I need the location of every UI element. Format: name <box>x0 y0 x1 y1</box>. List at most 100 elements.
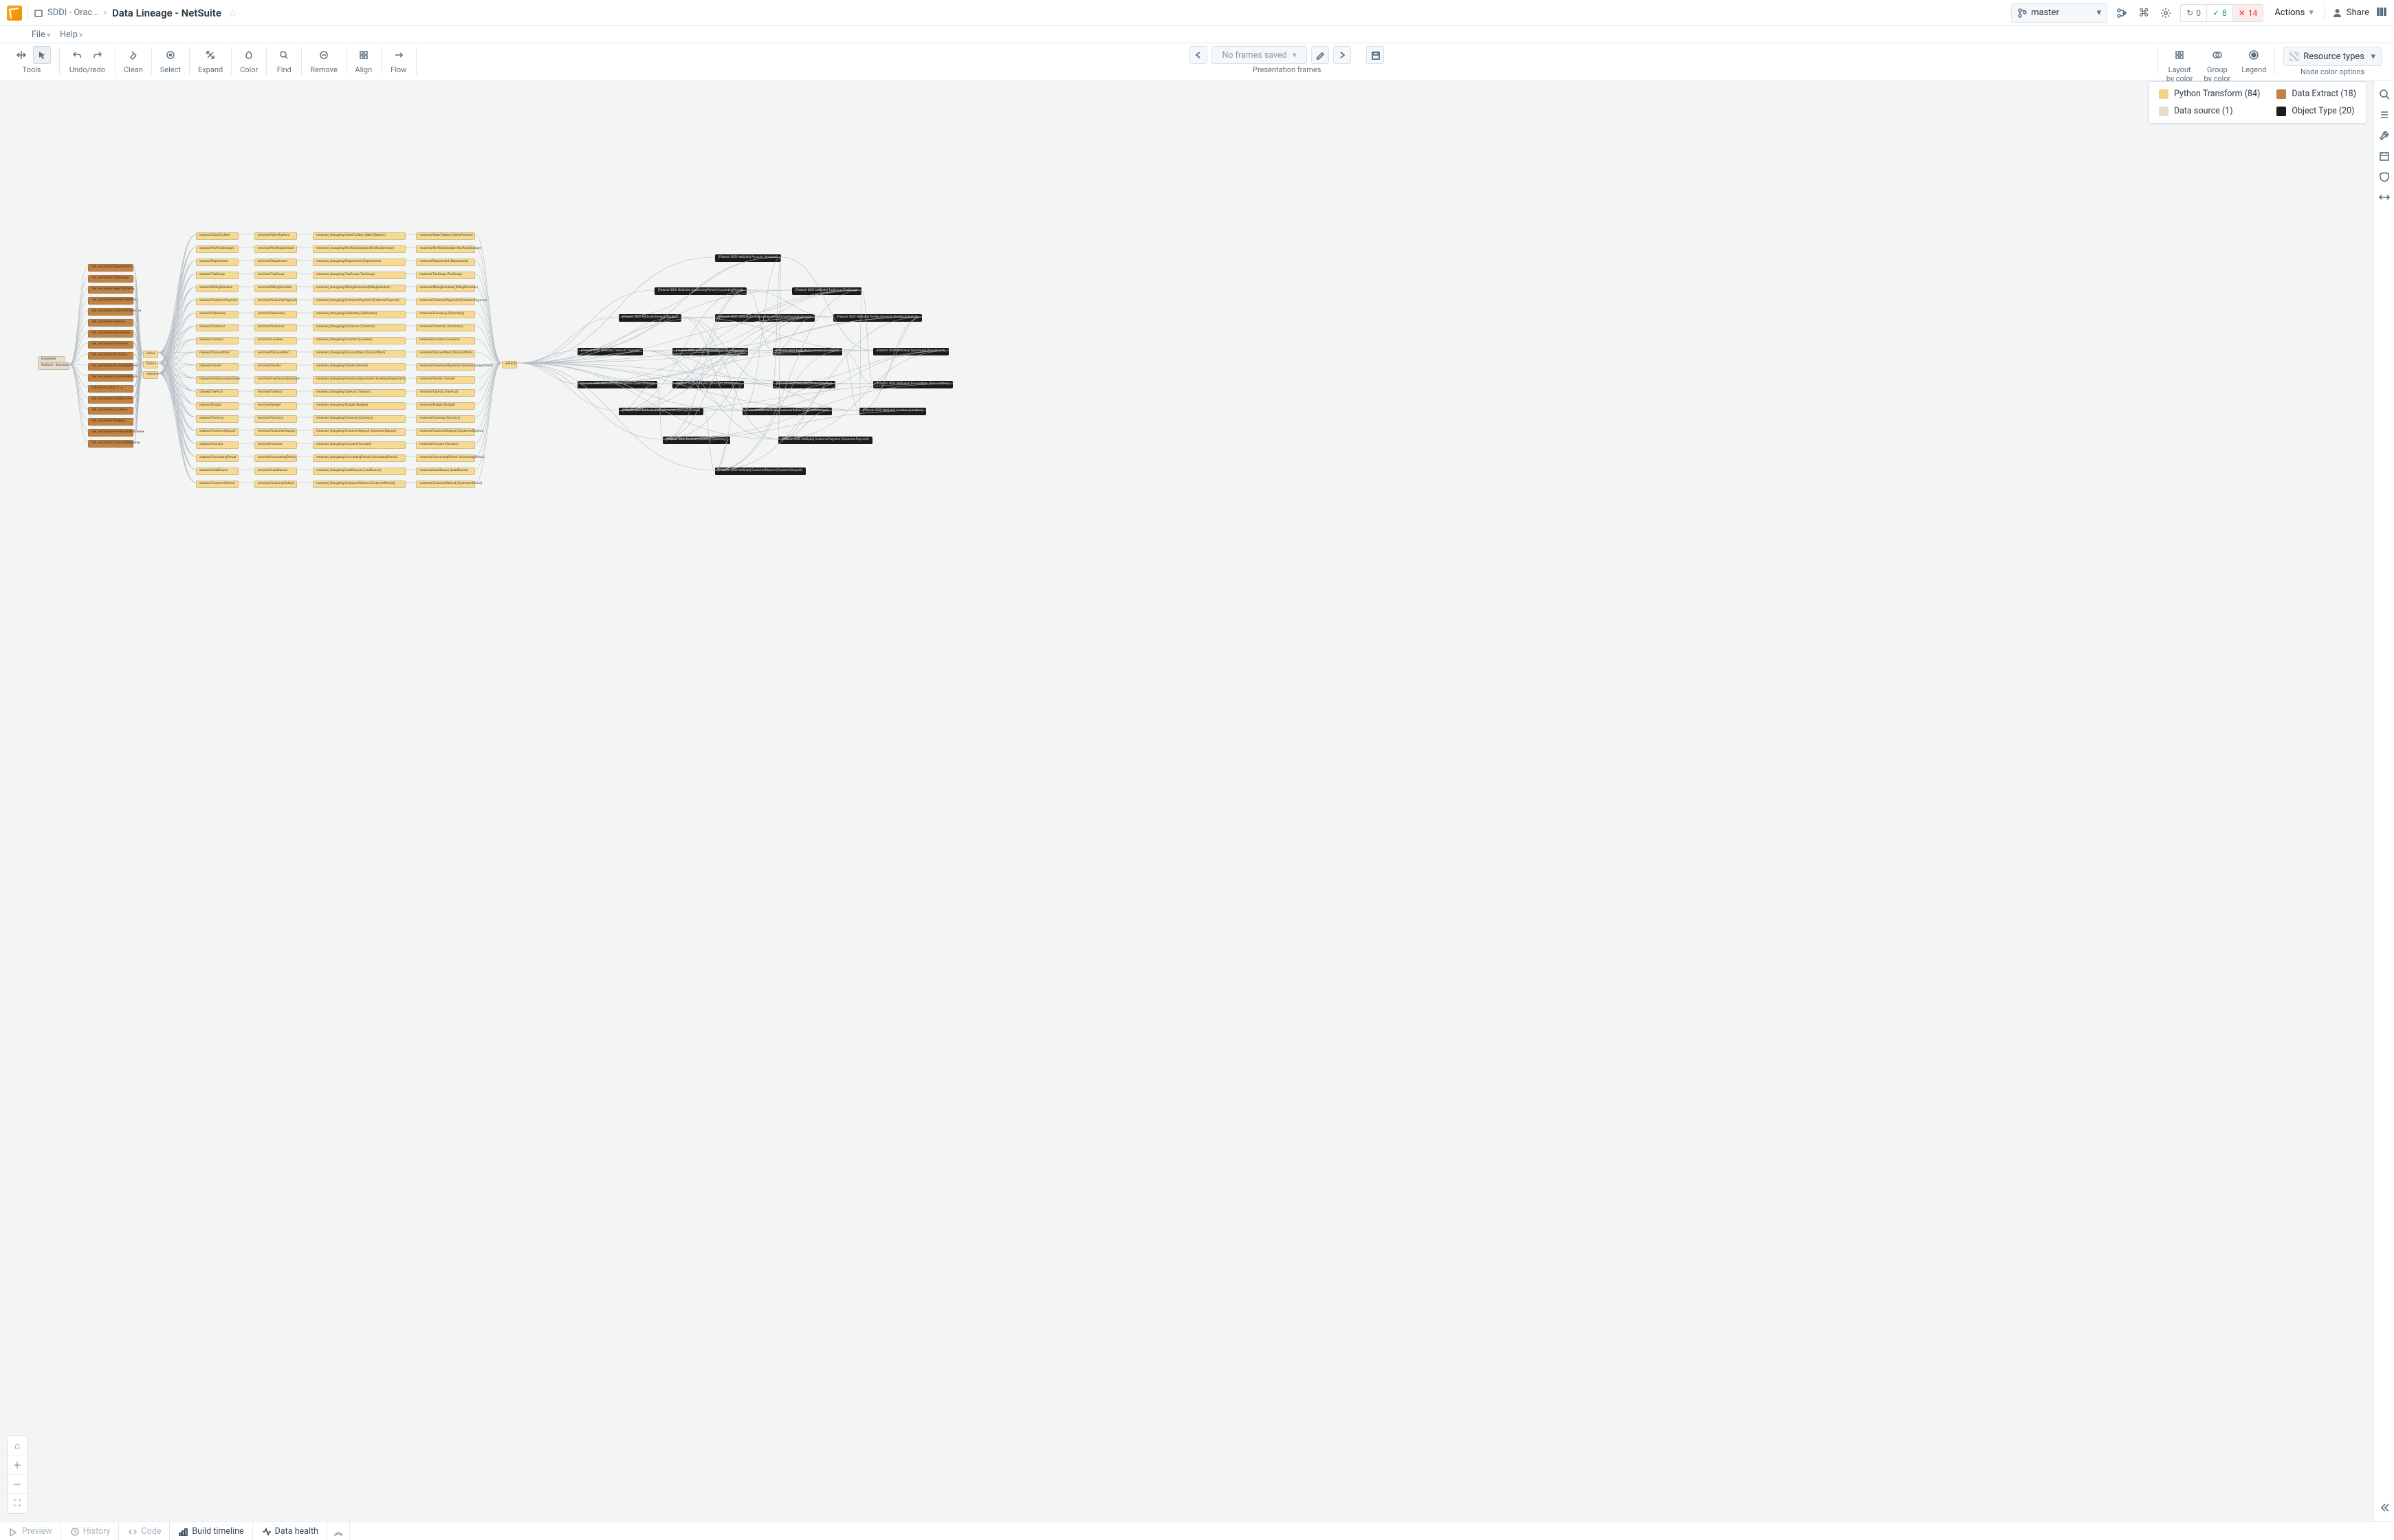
tool-legend[interactable] <box>2245 46 2263 64</box>
app-logo[interactable] <box>7 6 22 21</box>
lineage-node[interactable]: raw_secondary/Budget ▸ <box>88 418 133 426</box>
lineage-node[interactable]: enriched/Budget <box>254 402 297 410</box>
lineage-node[interactable]: enriched/Customer <box>254 324 297 331</box>
lineage-node[interactable]: renamed/AccountingPeriod (AccountingPeri… <box>416 454 475 462</box>
lineage-node[interactable]: raw_secondary/InventoryAdjustment ▸ <box>88 429 133 437</box>
lineage-node[interactable]: renamed_changelog/Department (Department… <box>313 258 406 266</box>
branch-select[interactable]: master <box>2011 3 2107 23</box>
lineage-node[interactable]: renamed/InventoryAdjustment (InventoryAd… <box>416 363 475 371</box>
tab-code[interactable]: Code <box>119 1522 170 1540</box>
lineage-node[interactable]: [Palantir SDDI NetSuite] TaxAcct (TaxAcc… <box>578 348 643 355</box>
lineage-node[interactable]: renamed/Subsidiary (Subsidiary) <box>416 311 475 318</box>
lineage-node[interactable]: raw_secondary/AccountingPeriod ▸ <box>88 363 133 371</box>
tab-expand[interactable]: ︽ <box>327 1522 351 1540</box>
lineage-node[interactable]: enriched/CustomerRefund <box>254 481 297 488</box>
lineage-node[interactable]: cleaned/Currency <box>196 415 239 423</box>
lineage-node[interactable]: [Palantir SDDI NetSuite] AccountingPerio… <box>655 287 747 295</box>
lineage-node[interactable]: cleaned/Budget <box>196 402 239 410</box>
lineage-node[interactable]: renamed/DiscountItem (DiscountItem) <box>416 350 475 358</box>
lineage-node[interactable]: renamed/TaxAcct (TaxAcct) <box>416 389 475 397</box>
tab-data-health[interactable]: Data health <box>253 1522 327 1540</box>
lineage-node[interactable]: enriched/Currency <box>254 415 297 423</box>
lineage-node[interactable]: renamed/LeadSource (LeadSource) <box>416 468 475 475</box>
lineage-node[interactable]: raw_secondary/Subsidiary ▸ <box>88 330 133 338</box>
tool-group-color[interactable] <box>2208 46 2226 64</box>
lineage-node[interactable]: cleaned/Customer <box>196 324 239 331</box>
lineage-node[interactable]: raw_secondary/Vendor ▸ <box>88 319 133 327</box>
frame-prev[interactable] <box>1189 46 1207 64</box>
lineage-node[interactable]: [Palantir SDDI NetSuite] LeadSource (Lea… <box>672 348 748 355</box>
health-status[interactable]: ↻0 ✓8 ✕14 <box>2180 4 2263 22</box>
lineage-node[interactable]: [Palantir SDDI NetSuite] Account (Accoun… <box>715 254 781 262</box>
lineage-node[interactable]: renamed_changelog/CustomerRefund (Custom… <box>313 481 406 488</box>
lineage-node[interactable]: [Palantir SDDI NetSuite] Location (Locat… <box>859 408 926 415</box>
rail-shield-icon[interactable] <box>2378 170 2391 183</box>
lineage-node[interactable]: raw_secondary/Account ▸ <box>88 352 133 360</box>
lineage-node[interactable]: fields ▸ <box>143 361 158 368</box>
lineage-node[interactable]: columns_to_drop_fi… ▸ <box>88 385 133 393</box>
tool-undo[interactable] <box>68 46 86 64</box>
lineage-node[interactable]: renamed/SalesTaxItem (SalesTaxItem) <box>416 232 475 240</box>
actions-button[interactable]: Actions▾ <box>2270 5 2318 21</box>
menu-help[interactable]: Help <box>60 30 83 40</box>
lineage-node[interactable]: cleaned/CustomerDeposit <box>196 428 239 436</box>
star-icon[interactable]: ☆ <box>228 7 237 19</box>
lineage-node[interactable]: [Palantir SDDI NetSuite] InventoryAdjust… <box>715 314 815 322</box>
lineage-node[interactable]: raw_secondary/Currency ▸ <box>88 341 133 349</box>
lineage-node[interactable]: renamed_changelog/TaxAcct (TaxAcct) <box>313 389 406 397</box>
lineage-node[interactable]: [Palantir SDDI NetSuite] BillingSchedule… <box>619 408 703 415</box>
zoom-home[interactable]: ⌂ <box>8 1436 27 1455</box>
lineage-node[interactable]: links ▸ <box>143 351 158 358</box>
share-button[interactable]: Share <box>2332 8 2369 18</box>
rail-calendar-icon[interactable] <box>2378 150 2391 162</box>
lineage-node[interactable]: [Palantir SDDI NetSuite] Department (Dep… <box>873 348 949 355</box>
lineage-node[interactable]: raw_secondary/Department ▸ <box>88 264 133 272</box>
lineage-node[interactable]: renamed/CustomerPayment (CustomerPayment… <box>416 298 475 305</box>
lineage-node[interactable]: cleaned/Account <box>196 441 239 449</box>
lineage-node[interactable]: raw_secondary/SalesTaxItem ▸ <box>88 286 133 294</box>
rail-list-icon[interactable] <box>2378 109 2391 121</box>
tool-select[interactable] <box>162 46 179 64</box>
lineage-node[interactable]: cleaned/AccountingPeriod <box>196 454 239 462</box>
lineage-node[interactable]: renamed_changelog/Currency (Currency) <box>313 415 406 423</box>
lineage-node[interactable]: enriched/InventoryAdjustment <box>254 376 297 384</box>
lineage-node[interactable]: renamed_changelog/SalesTaxItem (SalesTax… <box>313 232 406 240</box>
frame-next[interactable] <box>1333 46 1351 64</box>
lineage-node[interactable]: renamed_changelog/CustomerPayment (Custo… <box>313 298 406 305</box>
lineage-node[interactable]: cleaned/Subsidiary <box>196 311 239 318</box>
lineage-node[interactable]: enriched/Location <box>254 337 297 344</box>
lineage-node[interactable]: cleaned/CustomerRefund <box>196 481 239 488</box>
lineage-node[interactable]: cleaned/Vendor <box>196 363 239 371</box>
lineage-node[interactable]: enriched/LeadSource <box>254 468 297 475</box>
lineage-node[interactable]: ◂ BUILD <box>502 361 517 368</box>
lineage-node[interactable]: renamed_changelog/Account (Account) <box>313 441 406 449</box>
tool-redo[interactable] <box>89 46 107 64</box>
lineage-node[interactable]: renamed/TaxGroup (TaxGroup) <box>416 272 475 279</box>
tool-pointer[interactable] <box>33 46 51 64</box>
lineage-node[interactable]: cleaned/CustomerPayment <box>196 298 239 305</box>
lineage-node[interactable]: [Palantir SDDI NetSuite] DiscountItem (D… <box>873 381 953 388</box>
zoom-out[interactable]: － <box>8 1475 27 1494</box>
lineage-node[interactable]: cleaned/InventoryAdjustment <box>196 376 239 384</box>
tab-build-timeline[interactable]: Build timeline <box>170 1522 252 1540</box>
lineage-node[interactable]: enriched/TaxGroup <box>254 272 297 279</box>
tool-layout-color[interactable] <box>2171 46 2188 64</box>
frame-edit[interactable] <box>1311 46 1329 64</box>
lineage-node[interactable]: renamed/Vendor (Vendor) <box>416 376 475 384</box>
lineage-node[interactable]: renamed/Currency (Currency) <box>416 415 475 423</box>
lineage-node[interactable]: cleaned/LeadSource <box>196 468 239 475</box>
lineage-node[interactable]: renamed/Customer (Customer) <box>416 324 475 331</box>
lineage-node[interactable]: enriched/RevRecSchedule <box>254 245 297 253</box>
panel-toggle-icon[interactable] <box>2376 6 2387 20</box>
resource-types-dropdown[interactable]: Resource types <box>2283 47 2382 66</box>
lineage-node[interactable]: renamed_changelog/RevRecSchedule (RevRec… <box>313 245 406 253</box>
lineage-node[interactable]: renamed_changelog/TaxGroup (TaxGroup) <box>313 272 406 279</box>
breadcrumb-project[interactable]: SDDI - Orac… <box>34 8 98 18</box>
lineage-node[interactable]: renamed_changelog/DiscountItem (Discount… <box>313 350 406 358</box>
lineage-node[interactable]: [Palantir SDDI NetSuite] CustomerRefund … <box>743 408 832 415</box>
rail-collapse-icon[interactable] <box>2378 1502 2391 1514</box>
lineage-node[interactable]: renamed_changelog/Vendor (Vendor) <box>313 363 406 371</box>
lineage-node[interactable]: [Palantir SDDI NetSuite] TaxGroup (TaxGr… <box>792 287 861 295</box>
lineage-node[interactable]: renamed/Department (Department) <box>416 258 475 266</box>
lineage-node[interactable]: enriched/CustomerDeposit <box>254 428 297 436</box>
